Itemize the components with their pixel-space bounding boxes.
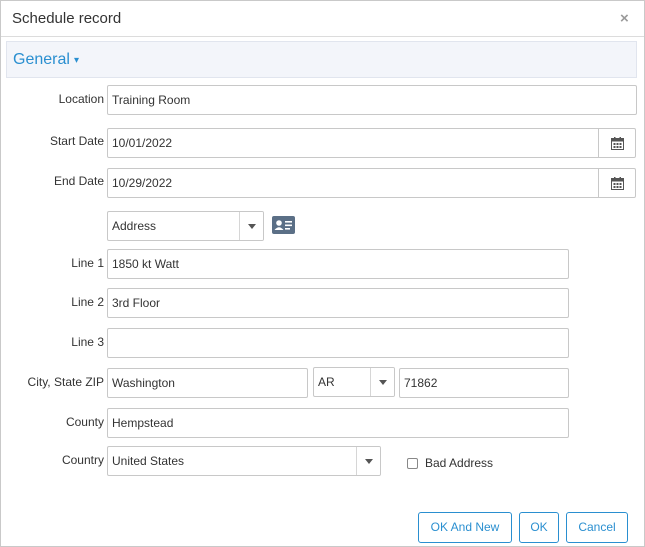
zip-field[interactable]: 71862 bbox=[399, 368, 569, 398]
line1-field[interactable]: 1850 kt Watt bbox=[107, 249, 569, 279]
country-select[interactable]: United States bbox=[107, 446, 381, 476]
start-date-field[interactable]: 10/01/2022 bbox=[107, 128, 599, 158]
end-date-field[interactable]: 10/29/2022 bbox=[107, 168, 599, 198]
line1-label: Line 1 bbox=[71, 256, 104, 270]
location-field[interactable]: Training Room bbox=[107, 85, 637, 115]
address-type-value: Address bbox=[112, 219, 157, 233]
close-icon[interactable]: × bbox=[620, 11, 629, 27]
ok-button[interactable]: OK bbox=[519, 512, 559, 543]
line2-field[interactable]: 3rd Floor bbox=[107, 288, 569, 318]
start-date-label: Start Date bbox=[49, 134, 104, 148]
end-date-calendar-button[interactable] bbox=[598, 168, 636, 198]
address-card-icon[interactable] bbox=[272, 216, 295, 234]
country-label: Country bbox=[61, 453, 104, 467]
section-general-label[interactable]: General bbox=[13, 51, 70, 69]
caret-down-icon[interactable]: ▾ bbox=[74, 55, 79, 66]
chevron-down-icon[interactable] bbox=[370, 368, 394, 396]
chevron-down-icon[interactable] bbox=[239, 212, 263, 240]
location-label: Location bbox=[58, 92, 104, 106]
dialog-title: Schedule record bbox=[12, 10, 122, 27]
schedule-record-dialog: Schedule record × General ▾ Location Tra… bbox=[0, 0, 645, 547]
city-field[interactable]: Washington bbox=[107, 368, 308, 398]
city-state-zip-label: City, State ZIP bbox=[27, 375, 104, 389]
bad-address-checkbox[interactable] bbox=[407, 458, 418, 469]
line3-label: Line 3 bbox=[71, 335, 104, 349]
cancel-button[interactable]: Cancel bbox=[566, 512, 628, 543]
end-date-label: End Date bbox=[53, 174, 104, 188]
county-field[interactable]: Hempstead bbox=[107, 408, 569, 438]
dialog-titlebar: Schedule record × bbox=[1, 1, 644, 37]
address-type-select[interactable]: Address bbox=[107, 211, 264, 241]
calendar-icon bbox=[611, 177, 624, 190]
state-value: AR bbox=[318, 375, 335, 389]
calendar-icon bbox=[611, 137, 624, 150]
line3-field[interactable] bbox=[107, 328, 569, 358]
county-label: County bbox=[65, 415, 104, 429]
ok-and-new-button[interactable]: OK And New bbox=[418, 512, 512, 543]
chevron-down-icon[interactable] bbox=[356, 447, 380, 475]
country-value: United States bbox=[112, 454, 185, 468]
bad-address-label[interactable]: Bad Address bbox=[425, 456, 493, 470]
state-select[interactable]: AR bbox=[313, 367, 395, 397]
section-general-header[interactable]: General ▾ bbox=[6, 41, 637, 78]
start-date-calendar-button[interactable] bbox=[598, 128, 636, 158]
line2-label: Line 2 bbox=[71, 295, 104, 309]
